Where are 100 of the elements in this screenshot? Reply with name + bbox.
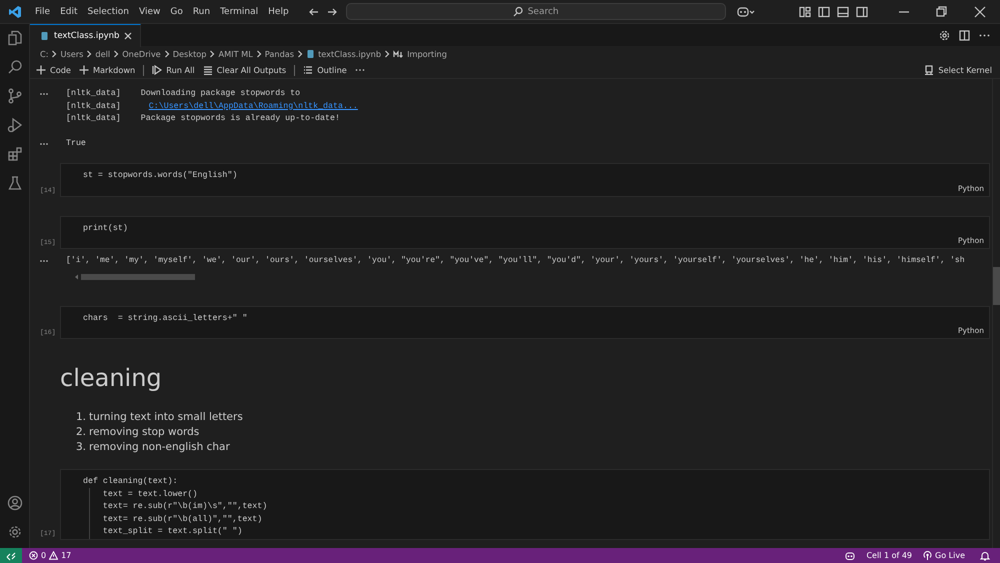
server-icon [924,65,934,75]
warning-icon [49,551,58,560]
editor-tab[interactable]: textClass.ipynb [30,24,142,46]
list-item: removing stop words [89,425,200,440]
forward-arrow-icon[interactable] [326,6,338,18]
markdown-icon [393,50,404,58]
list-item: removing non-english char [89,440,230,455]
notebook-icon [306,49,316,59]
code-line: chars = string.ascii_letters+" " [83,312,248,324]
output-text: Downloading package stopwords to [140,89,300,98]
remote-button[interactable] [0,548,22,563]
chevron-right-icon [86,50,92,58]
menu-item[interactable]: Run [188,6,216,16]
output-text: ['i', 'me', 'my', 'myself', 'we', 'our', 'ours', 'ourselves', 'you', "you're", "you've", "you'll", "you'd", 'your', 'yours', 'yourself', 'yourselves', 'he', 'him', 'his', 'himself', 'sh [66,256,965,265]
broadcast-icon [923,550,932,560]
vscode-logo [8,4,22,18]
breadcrumb-item[interactable]: OneDrive [122,49,161,59]
more-icon[interactable] [40,142,48,146]
back-arrow-icon[interactable] [308,6,320,18]
problems-button[interactable]: 0 17 [29,551,72,560]
plus-icon [36,65,46,75]
chevron-right-icon [113,50,120,58]
code-line: st = stopwords.words("English") [83,170,238,182]
code-line: text= re.sub(r"\b(im)\s","",text) [102,501,268,513]
list-number: 2. [76,425,88,440]
close-icon[interactable] [974,6,986,18]
clear-outputs-icon [202,65,213,75]
split-editor-icon[interactable] [959,30,970,40]
menu-item[interactable]: Help [263,6,294,16]
scrollbar-thumb[interactable] [81,274,195,280]
remote-icon [6,550,16,560]
scrollbar-thumb[interactable] [993,267,1000,305]
secondary-sidebar-icon[interactable] [856,6,868,18]
menu-item[interactable]: Selection [82,6,134,16]
output-text: [nltk_data] [66,89,121,98]
select-kernel-button[interactable]: Select Kernel [924,65,992,75]
menu-item[interactable]: File [30,6,56,16]
code-line: text = text.lower() [102,488,199,500]
primary-sidebar-icon[interactable] [818,6,830,18]
panel-icon[interactable] [837,6,849,18]
bell-icon[interactable] [980,550,990,560]
menu-item[interactable]: View [134,6,166,16]
markdown-heading: cleaning [59,363,163,393]
more-icon[interactable] [40,92,48,96]
extensions-icon[interactable] [6,146,22,162]
more-icon[interactable] [40,259,48,263]
menu-item[interactable]: Edit [55,6,82,16]
account-icon[interactable] [6,495,22,511]
breadcrumb-item[interactable]: textClass.ipynb [318,49,382,59]
source-control-icon[interactable] [6,88,22,104]
close-icon[interactable] [124,32,132,40]
output-text: Package stopwords is already up-to-date! [140,114,340,123]
list-item: turning text into small letters [89,410,243,425]
run-debug-icon[interactable] [6,117,22,133]
chevron-right-icon [51,50,58,58]
search-field[interactable]: Search [346,3,726,20]
run-all-icon [152,65,162,75]
settings-icon[interactable] [6,524,22,540]
chevron-right-icon [164,50,170,58]
code-cell[interactable]: def cleaning(text): text = text.lower() text= re.sub(r"\b(im)\s","",text) text= re.sub(r"\b(all)","",text) text_split = text.split(" ") [60,469,990,540]
breadcrumb-item[interactable]: Pandas [264,49,294,59]
explorer-icon[interactable] [6,30,22,46]
chevron-right-icon [256,50,262,58]
menu-item[interactable]: Go [165,6,188,16]
settings-icon[interactable] [939,30,950,40]
output-text: True [66,138,86,148]
code-line: def cleaning(text): [83,476,179,488]
flask-icon[interactable] [6,175,22,191]
code-line: print(st) [83,222,129,234]
copilot-icon[interactable] [845,550,856,560]
breadcrumb-item[interactable]: Desktop [172,49,206,59]
search-icon [512,6,524,17]
path-link[interactable]: C:\Users\dell\AppData\Roaming\nltk_data... [148,102,358,110]
breadcrumb-item[interactable]: AMIT ML [218,49,253,59]
customize-layout-icon[interactable] [799,6,811,18]
scroll-left-icon[interactable] [74,274,79,280]
go-live-button[interactable]: Go Live [923,550,965,560]
toolbar-button[interactable]: Run All [152,65,195,75]
cell-indicator[interactable]: Cell 1 of 49 [866,551,912,560]
list-number: 3. [76,440,88,455]
toolbar-button[interactable]: Outline [303,65,347,75]
list-number: 1. [76,410,88,425]
toolbar-button[interactable]: Code [36,65,71,75]
search-icon[interactable] [6,59,22,75]
notebook-icon [40,30,49,40]
chevron-right-icon [209,50,216,58]
menu-item[interactable]: Terminal [215,6,264,16]
toolbar-button[interactable]: Markdown [78,65,136,75]
output-text: [nltk_data] [66,114,121,123]
output-text: [nltk_data] [66,102,121,110]
breadcrumb-item[interactable]: Users [60,49,84,59]
breadcrumb-item[interactable]: Importing [407,49,447,59]
toolbar-button[interactable]: Clear All Outputs [202,65,286,75]
code-line: text= re.sub(r"\b(all)","",text) [102,514,264,526]
copilot-icon[interactable] [736,5,755,18]
chevron-right-icon [297,50,304,58]
breadcrumb-item[interactable]: C: [40,49,48,59]
breadcrumb-item[interactable]: dell [95,49,110,59]
code-line: text_split = text.split(" ") [102,526,244,538]
restore-icon[interactable] [936,6,948,18]
